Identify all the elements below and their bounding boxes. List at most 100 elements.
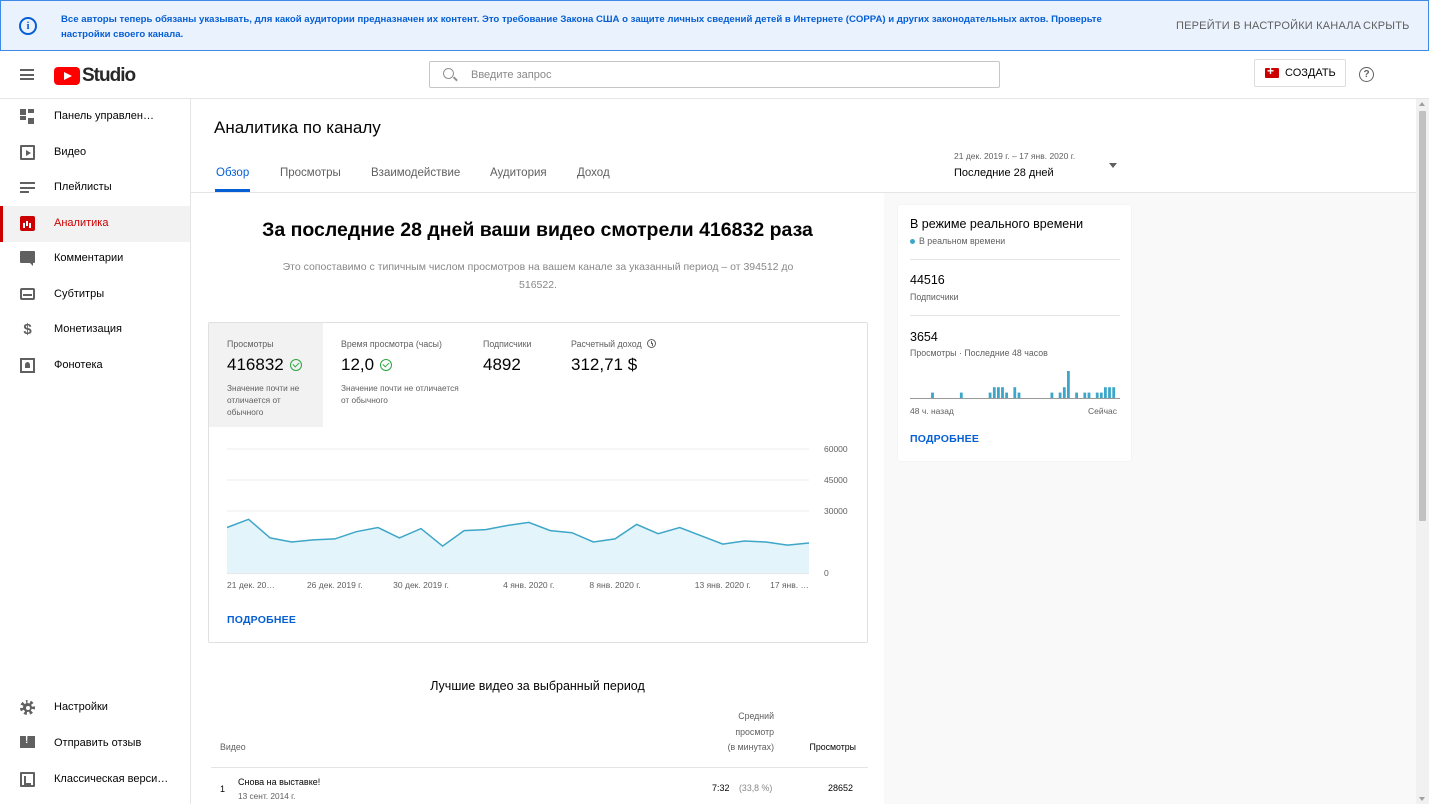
analytics-icon — [20, 216, 35, 231]
search-input[interactable] — [471, 66, 971, 83]
studio-logo[interactable]: Studio — [54, 65, 136, 87]
create-video-icon — [1265, 64, 1279, 78]
help-icon[interactable]: ? — [1359, 67, 1374, 82]
col-header-video: Видео — [220, 742, 246, 752]
top-header: Studio СОЗДАТЬ ? — [0, 51, 1429, 99]
hide-banner-link[interactable]: СКРЫТЬ — [1363, 20, 1410, 32]
menu-icon[interactable] — [20, 69, 34, 80]
create-button[interactable]: СОЗДАТЬ — [1254, 59, 1346, 87]
sidebar-item-dashboard[interactable]: Панель управлен… — [0, 99, 190, 135]
row-title[interactable]: Снова на выставке! — [238, 777, 320, 787]
x-tick-label: 21 дек. 20… — [227, 580, 275, 590]
metric-subscribers[interactable]: Подписчики 4892 — [465, 323, 553, 427]
sidebar-item-subtitles[interactable]: Субтитры — [0, 277, 190, 313]
tab-views[interactable]: Просмотры — [280, 167, 341, 179]
sidebar-item-label: Монетизация — [54, 323, 122, 335]
sidebar-item-audio-library[interactable]: Фонотека — [0, 348, 190, 384]
feedback-icon — [20, 735, 35, 748]
views-chart: 60000 45000 30000 0 21 дек. 20… 26 дек. 2019… — [226, 444, 848, 590]
x-tick-label: 4 янв. 2020 г. — [503, 580, 554, 590]
chevron-down-icon[interactable] — [1109, 163, 1117, 168]
info-icon: i — [19, 17, 37, 35]
sidebar-item-video[interactable]: Видео — [0, 135, 190, 171]
realtime-bar — [997, 387, 1000, 398]
realtime-more-link[interactable]: ПОДРОБНЕЕ — [910, 433, 979, 445]
youtube-logo-icon — [54, 67, 80, 85]
separator — [910, 315, 1120, 316]
check-icon — [380, 359, 393, 371]
video-icon — [20, 145, 35, 160]
realtime-bar — [1104, 387, 1107, 398]
sidebar-item-label: Субтитры — [54, 288, 105, 300]
page-scrollbar[interactable] — [1416, 99, 1429, 804]
date-range-text: 21 дек. 2019 г. – 17 янв. 2020 г. — [954, 151, 1076, 161]
go-to-channel-settings-link[interactable]: ПЕРЕЙТИ В НАСТРОЙКИ КАНАЛА — [1176, 20, 1361, 32]
sidebar-item-label: Классическая верси… — [54, 773, 169, 785]
realtime-bar — [1058, 392, 1062, 398]
active-tab-indicator — [215, 189, 250, 192]
sidebar-item-comments[interactable]: Комментарии — [0, 241, 190, 277]
realtime-bar — [1013, 387, 1017, 398]
sidebar-item-analytics[interactable]: Аналитика — [0, 206, 190, 242]
realtime-views-label: Просмотры · Последние 48 часов — [910, 348, 1048, 358]
y-tick-label: 30000 — [824, 506, 848, 516]
tab-audience[interactable]: Аудитория — [490, 167, 547, 179]
chart-more-link[interactable]: ПОДРОБНЕЕ — [227, 614, 296, 626]
x-tick-label: 17 янв. … — [770, 580, 809, 590]
gear-icon — [20, 700, 35, 715]
col-header-views[interactable]: Просмотры — [786, 740, 857, 754]
tab-engagement[interactable]: Взаимодействие — [371, 167, 460, 179]
realtime-bar — [959, 392, 963, 398]
realtime-live-indicator: В реальном времени — [910, 236, 1005, 246]
row-views: 28652 — [828, 783, 854, 793]
realtime-bar — [1099, 392, 1103, 398]
scroll-up-icon[interactable] — [1419, 102, 1425, 106]
scrollbar-thumb[interactable] — [1419, 111, 1426, 521]
top-videos-title: Лучшие видео за выбранный период — [430, 679, 645, 693]
check-icon — [289, 359, 302, 371]
metric-value: 4892 — [483, 355, 521, 374]
sidebar-item-label: Аналитика — [54, 217, 109, 229]
audio-library-icon — [20, 358, 35, 373]
metric-value: 312,71 $ — [571, 355, 638, 374]
realtime-bar — [988, 392, 992, 398]
search-icon — [443, 68, 454, 79]
row-avg: 7:32 — [712, 783, 730, 793]
sidebar-item-feedback[interactable]: Отправить отзыв — [0, 726, 190, 762]
metric-value: 12,0 — [341, 355, 393, 375]
date-range-selector[interactable]: Последние 28 дней — [954, 167, 1054, 179]
realtime-bar — [1075, 392, 1078, 398]
realtime-bar-chart — [910, 371, 1120, 399]
banner-message: Все авторы теперь обязаны указывать, для… — [61, 14, 1102, 40]
realtime-bar — [1001, 387, 1004, 398]
overview-panel: За последние 28 дней ваши видео смотрели… — [191, 193, 884, 804]
sidebar-item-label: Панель управлен… — [54, 110, 154, 122]
tab-revenue[interactable]: Доход — [577, 167, 610, 179]
metric-revenue[interactable]: Расчетный доход 312,71 $ — [553, 323, 683, 427]
y-tick-label: 45000 — [824, 475, 848, 485]
metric-note: Значение почти не отличается от обычного — [341, 383, 459, 405]
sidebar-item-settings[interactable]: Настройки — [0, 690, 190, 726]
clock-icon — [646, 339, 656, 348]
create-label: СОЗДАТЬ — [1285, 67, 1336, 79]
search-box[interactable] — [429, 61, 1000, 88]
metric-views[interactable]: Просмотры 416832 Значение почти не отлич… — [209, 323, 323, 427]
scroll-down-icon[interactable] — [1419, 797, 1425, 801]
realtime-title: В режиме реального времени — [910, 217, 1084, 231]
sidebar-item-label: Фонотека — [54, 359, 103, 371]
realtime-bar — [1108, 387, 1111, 398]
metric-label: Расчетный доход — [571, 339, 656, 349]
metric-label: Просмотры — [227, 339, 274, 349]
sidebar-item-label: Плейлисты — [54, 181, 112, 193]
sidebar-item-playlists[interactable]: Плейлисты — [0, 170, 190, 206]
sidebar-item-monetization[interactable]: $ Монетизация — [0, 312, 190, 348]
realtime-bar — [1087, 392, 1091, 398]
realtime-bar — [1112, 387, 1116, 398]
tab-overview[interactable]: Обзор — [216, 167, 249, 179]
row-avg-pct: (33,8 %) — [739, 783, 773, 793]
comments-icon — [20, 251, 35, 266]
metric-watch-time[interactable]: Время просмотра (часы) 12,0 Значение поч… — [323, 323, 465, 427]
metric-value: 416832 — [227, 355, 302, 375]
realtime-bar — [1062, 387, 1066, 398]
sidebar-item-classic[interactable]: Классическая верси… — [0, 762, 190, 798]
